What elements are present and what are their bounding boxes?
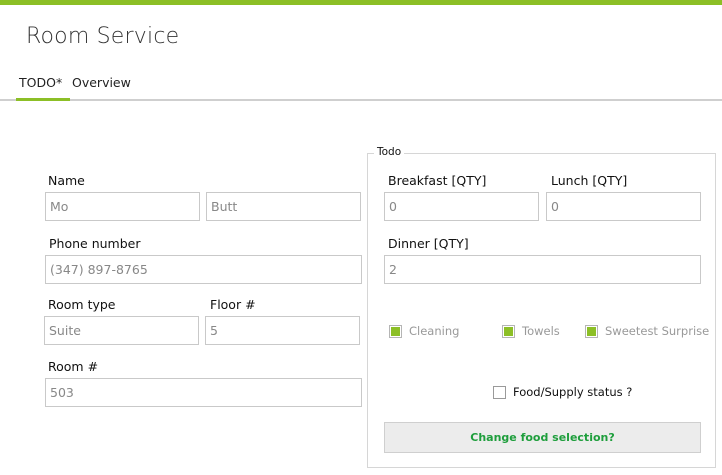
floor-label: Floor # — [210, 297, 256, 312]
dinner-qty-field[interactable] — [384, 255, 701, 284]
tab-todo[interactable]: TODO* — [19, 75, 62, 90]
room-number-label: Room # — [48, 359, 99, 374]
food-supply-status-checkbox[interactable]: Food/Supply status ? — [493, 385, 632, 399]
floor-field[interactable] — [205, 316, 360, 345]
lunch-label: Lunch [QTY] — [551, 173, 628, 188]
lunch-qty-field[interactable] — [546, 192, 701, 221]
sweetest-surprise-checkbox[interactable]: Sweetest Surprise — [585, 324, 709, 338]
breakfast-qty-field[interactable] — [384, 192, 539, 221]
checkbox-mark — [493, 385, 506, 399]
change-food-selection-button[interactable]: Change food selection? — [384, 422, 701, 453]
cleaning-checkbox[interactable]: Cleaning — [389, 324, 459, 338]
tab-active-indicator — [16, 98, 70, 101]
breakfast-label: Breakfast [QTY] — [388, 173, 487, 188]
dinner-label: Dinner [QTY] — [388, 236, 469, 251]
last-name-field[interactable] — [206, 192, 361, 221]
cleaning-label: Cleaning — [409, 324, 460, 338]
tab-divider — [0, 99, 722, 101]
room-type-label: Room type — [48, 297, 116, 312]
phone-field[interactable] — [45, 255, 362, 284]
food-supply-status-label: Food/Supply status ? — [513, 385, 633, 399]
towels-label: Towels — [522, 324, 560, 338]
name-label: Name — [48, 173, 85, 188]
checkbox-mark — [585, 324, 598, 338]
room-number-field[interactable] — [45, 378, 362, 407]
checkbox-mark — [389, 324, 402, 338]
tab-bar: TODO* Overview — [0, 72, 722, 102]
top-accent-bar — [0, 0, 722, 5]
first-name-field[interactable] — [45, 192, 200, 221]
app-title: Room Service — [26, 24, 180, 49]
sweetest-surprise-label: Sweetest Surprise — [605, 324, 710, 338]
room-type-field[interactable] — [44, 316, 199, 345]
todo-group-title: Todo — [374, 146, 405, 158]
towels-checkbox[interactable]: Towels — [502, 324, 560, 338]
tab-overview[interactable]: Overview — [72, 75, 131, 90]
checkbox-mark — [502, 324, 515, 338]
phone-label: Phone number — [49, 236, 141, 251]
